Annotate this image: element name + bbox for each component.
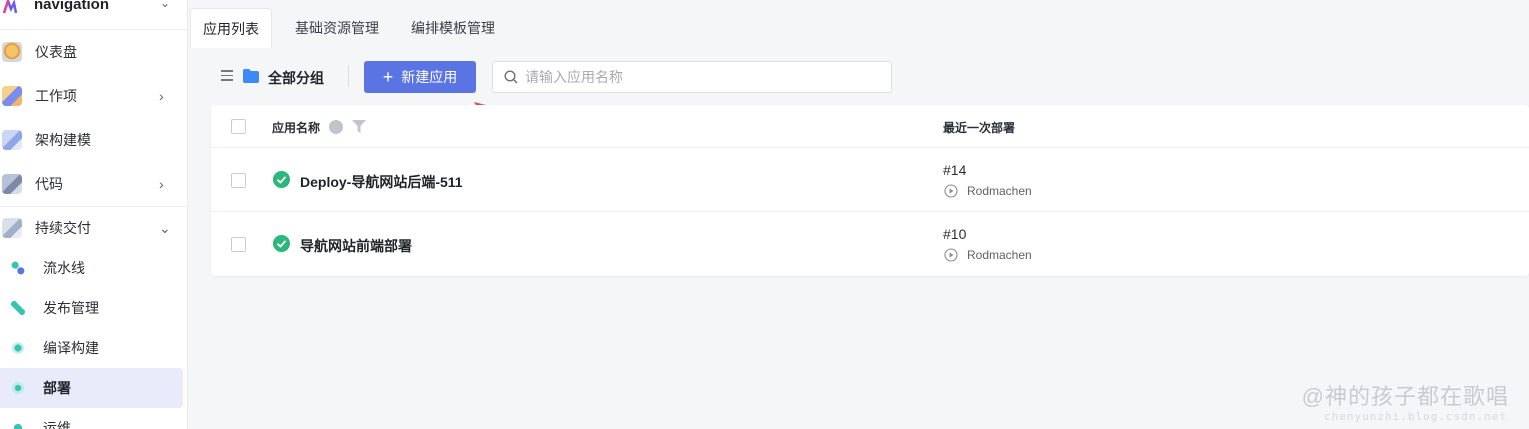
sidebar-header[interactable]: navigation ⌄ bbox=[0, 0, 187, 30]
tab-app-list[interactable]: 应用列表 bbox=[190, 8, 272, 48]
table-header: 应用名称 最近一次部署 bbox=[211, 105, 1529, 148]
sidebar-item-label: 仪表盘 bbox=[35, 44, 77, 60]
table-row[interactable]: 导航网站前端部署 #10 Rodmachen bbox=[211, 212, 1529, 276]
main-panel: 全部分组 + 新建应用 应用名称 最近一次部署 bbox=[188, 48, 1529, 429]
sort-icon[interactable] bbox=[329, 120, 343, 134]
chevron-down-icon[interactable]: ⌄ bbox=[160, 0, 170, 10]
build-icon bbox=[11, 341, 25, 355]
architecture-icon bbox=[2, 130, 22, 150]
chevron-right-icon: › bbox=[159, 88, 164, 104]
deploy-number-link[interactable]: #10 bbox=[943, 226, 966, 242]
sidebar-item-workitem[interactable]: 工作项 › bbox=[0, 74, 187, 118]
sidebar-item-label: 架构建模 bbox=[35, 132, 91, 148]
play-circle-icon bbox=[944, 184, 958, 198]
plus-icon: + bbox=[382, 67, 394, 87]
dashboard-icon bbox=[2, 42, 22, 62]
workitem-icon bbox=[2, 86, 22, 106]
search-icon bbox=[504, 70, 518, 84]
row-checkbox[interactable] bbox=[231, 173, 246, 188]
delivery-icon bbox=[2, 218, 22, 238]
search-box bbox=[492, 61, 892, 93]
column-header-last-deploy: 最近一次部署 bbox=[943, 121, 1016, 135]
tab-base-resources[interactable]: 基础资源管理 bbox=[283, 8, 391, 48]
sidebar-subitem-build[interactable]: 编译构建 bbox=[0, 328, 187, 368]
new-app-button[interactable]: + 新建应用 bbox=[364, 61, 476, 93]
release-icon bbox=[11, 301, 25, 315]
toolbar-divider bbox=[348, 65, 349, 87]
success-check-icon bbox=[273, 235, 290, 252]
sidebar-item-code[interactable]: 代码 › bbox=[0, 162, 187, 206]
new-app-button-label: 新建应用 bbox=[401, 69, 458, 85]
sidebar-subitem-deploy[interactable]: 部署 bbox=[0, 368, 183, 408]
code-icon bbox=[2, 174, 22, 194]
watermark-sub: chenyunzhi.blog.csdn.net bbox=[1324, 410, 1507, 423]
sidebar-subitem-label: 运维 bbox=[43, 420, 71, 429]
deployer-name: Rodmachen bbox=[967, 184, 1032, 198]
select-all-checkbox[interactable] bbox=[231, 119, 246, 134]
chevron-right-icon: › bbox=[159, 176, 164, 192]
app-name-link[interactable]: Deploy-导航网站后端-511 bbox=[300, 172, 463, 192]
folder-icon bbox=[243, 69, 259, 83]
deploy-icon bbox=[11, 381, 25, 395]
search-input[interactable] bbox=[525, 62, 885, 92]
app-table: 应用名称 最近一次部署 Deploy-导航网站后端-511 #14 Rodmac… bbox=[211, 105, 1529, 276]
sidebar-item-label: 持续交付 bbox=[35, 220, 91, 236]
watermark: @神的孩子都在歌唱 bbox=[1301, 384, 1509, 409]
pipeline-icon bbox=[11, 261, 25, 275]
ops-icon bbox=[11, 421, 25, 429]
sidebar-subitem-label: 流水线 bbox=[43, 260, 85, 276]
sidebar-subitem-release[interactable]: 发布管理 bbox=[0, 288, 187, 328]
play-circle-icon bbox=[944, 248, 958, 262]
row-checkbox[interactable] bbox=[231, 237, 246, 252]
sidebar-item-label: 代码 bbox=[35, 176, 63, 192]
tab-bar: 应用列表 基础资源管理 编排模板管理 bbox=[188, 0, 1529, 48]
column-header-name: 应用名称 bbox=[272, 121, 321, 135]
app-logo-icon bbox=[2, 0, 18, 14]
menu-icon[interactable] bbox=[221, 70, 233, 82]
sidebar-subitem-pipeline[interactable]: 流水线 bbox=[0, 248, 187, 288]
deploy-number-link[interactable]: #14 bbox=[943, 162, 966, 178]
filter-icon[interactable] bbox=[352, 120, 366, 133]
toolbar: 全部分组 + 新建应用 bbox=[188, 48, 1529, 104]
table-row[interactable]: Deploy-导航网站后端-511 #14 Rodmachen bbox=[211, 148, 1529, 212]
sidebar-item-label: 工作项 bbox=[35, 88, 77, 104]
sidebar: navigation ⌄ 仪表盘 工作项 › 架构建模 代码 › 持续交付 ⌄ … bbox=[0, 0, 188, 429]
chevron-down-icon: ⌄ bbox=[159, 219, 171, 236]
sidebar-item-architecture[interactable]: 架构建模 bbox=[0, 118, 187, 162]
app-name-link[interactable]: 导航网站前端部署 bbox=[300, 236, 412, 256]
sidebar-subitem-label: 部署 bbox=[43, 380, 71, 396]
success-check-icon bbox=[273, 171, 290, 188]
sidebar-item-dashboard[interactable]: 仪表盘 bbox=[0, 30, 187, 74]
sidebar-subitem-ops[interactable]: 运维 bbox=[0, 408, 187, 429]
sidebar-item-delivery[interactable]: 持续交付 ⌄ bbox=[0, 206, 187, 250]
sidebar-header-title: navigation bbox=[34, 0, 110, 13]
tab-orchestration-templates[interactable]: 编排模板管理 bbox=[399, 8, 507, 48]
sidebar-subitem-label: 编译构建 bbox=[43, 340, 99, 356]
group-selector[interactable]: 全部分组 bbox=[268, 68, 324, 88]
deployer-name: Rodmachen bbox=[967, 248, 1032, 262]
sidebar-subitem-label: 发布管理 bbox=[43, 300, 99, 316]
